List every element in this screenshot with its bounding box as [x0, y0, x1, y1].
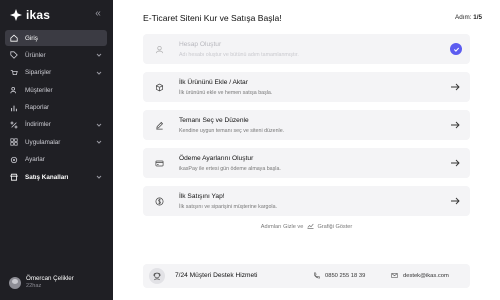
tag-icon	[9, 50, 19, 60]
sidebar-item-label: Raporlar	[25, 104, 50, 112]
onboarding-step-create-account[interactable]: Hesap Oluştur Adı hesabı oluştur ve bütü…	[143, 34, 470, 64]
sidebar-item-urunler[interactable]: Ürünler	[5, 47, 107, 63]
support-email[interactable]: destek@ikas.com	[391, 272, 449, 279]
hide-steps-link[interactable]: Adımları Gizle ve Grafiği Göster	[113, 223, 500, 230]
support-agent-icon	[149, 268, 165, 284]
sidebar-item-raporlar[interactable]: Raporlar	[5, 100, 107, 116]
sidebar-item-label: Ayarlar	[25, 156, 45, 164]
cart-icon	[9, 68, 19, 78]
double-chevron-left-icon[interactable]: «	[92, 8, 104, 20]
ikas-logo-icon	[10, 9, 22, 21]
support-phone-number: 0850 255 18 39	[325, 272, 366, 279]
avatar	[9, 276, 21, 289]
step-value: 1/5	[473, 14, 482, 21]
step-description: Adı hesabı oluştur ve bütünü adım tamaml…	[179, 52, 299, 58]
step-label: Adım:	[455, 14, 472, 21]
gear-icon	[9, 155, 19, 165]
mail-icon	[391, 273, 398, 278]
step-title: İlk Satışını Yap!	[179, 193, 225, 200]
step-description: İlk ürününü ekle ve hemen satışa başla.	[179, 90, 273, 96]
page-title: E-Ticaret Siteni Kur ve Satışa Başla!	[143, 13, 282, 23]
sidebar-item-satis-kanallari[interactable]: Satış Kanalları	[5, 169, 107, 185]
onboarding-step-add-product[interactable]: İlk Ürününü Ekle / Aktar İlk ürününü ekl…	[143, 72, 470, 102]
arrow-right-icon	[451, 121, 460, 129]
arrow-right-icon	[451, 197, 460, 205]
support-title: 7/24 Müşteri Destek Hizmeti	[175, 272, 258, 279]
chevron-down-icon	[96, 175, 102, 179]
step-description: ikasPay ile ertesi gün ödeme almaya başl…	[179, 166, 281, 172]
box-icon	[152, 80, 166, 94]
chevron-down-icon	[96, 54, 102, 58]
sidebar-nav: Giriş Ürünler Siparişler Müşteriler Rapo…	[5, 30, 107, 187]
onboarding-step-payment[interactable]: Ödeme Ayarlarını Oluştur ikasPay ile ert…	[143, 148, 470, 178]
sidebar-item-uygulamalar[interactable]: Uygulamalar	[5, 134, 107, 150]
sidebar-item-label: Uygulamalar	[25, 138, 61, 146]
check-icon	[450, 43, 462, 55]
chevron-down-icon	[96, 123, 102, 127]
sidebar-item-ayarlar[interactable]: Ayarlar	[5, 152, 107, 168]
bar-chart-icon	[9, 103, 19, 113]
support-phone[interactable]: 0850 255 18 39	[313, 272, 365, 279]
credit-card-icon	[152, 156, 166, 170]
onboarding-step-theme[interactable]: Temanı Seç ve Düzenle Kendine uygun tema…	[143, 110, 470, 140]
hide-steps-prefix: Adımları Gizle ve	[260, 224, 304, 230]
step-title: Hesap Oluştur	[179, 41, 222, 48]
dollar-icon	[152, 194, 166, 208]
step-description: Kendine uygun temanı seç ve siteni düzen…	[179, 128, 285, 134]
step-title: Ödeme Ayarlarını Oluştur	[179, 155, 254, 162]
user-name: Ömercan Çelikler	[26, 275, 74, 282]
percent-icon	[9, 120, 19, 130]
support-bar: 7/24 Müşteri Destek Hizmeti 0850 255 18 …	[143, 264, 470, 288]
pencil-icon	[152, 118, 166, 132]
sidebar-item-label: Ürünler	[25, 51, 46, 59]
chart-icon	[307, 223, 314, 229]
user-store: 22haz	[26, 283, 42, 289]
step-title: Temanı Seç ve Düzenle	[179, 117, 249, 124]
onboarding-step-first-sale[interactable]: İlk Satışını Yap! İlk satışını ve sipari…	[143, 186, 470, 216]
hide-steps-suffix: Grafiği Göster	[317, 224, 353, 230]
sidebar-item-musteriler[interactable]: Müşteriler	[5, 82, 107, 98]
sidebar-item-giris[interactable]: Giriş	[5, 30, 107, 46]
brand[interactable]: ikas	[10, 8, 50, 22]
user-icon	[152, 42, 166, 56]
step-description: İlk satışını ve siparişini müşterine kar…	[179, 204, 278, 210]
sidebar-item-label: Satış Kanalları	[25, 173, 69, 181]
user-profile[interactable]: Ömercan Çelikler 22haz	[9, 275, 74, 290]
sidebar-item-label: Müşteriler	[25, 86, 53, 94]
sidebar-item-label: Giriş	[25, 34, 38, 42]
support-email-address: destek@ikas.com	[403, 272, 449, 279]
sidebar-item-indirimler[interactable]: İndirimler	[5, 117, 107, 133]
arrow-right-icon	[451, 83, 460, 91]
sidebar: ikas « Giriş Ürünler Siparişler Müşteril…	[0, 0, 113, 300]
sidebar-item-label: Siparişler	[25, 69, 52, 77]
home-icon	[9, 33, 19, 43]
step-indicator: Adım: 1/5	[455, 14, 482, 21]
step-title: İlk Ürününü Ekle / Aktar	[179, 79, 248, 86]
brand-name: ikas	[26, 8, 51, 22]
grid-icon	[9, 137, 19, 147]
arrow-right-icon	[451, 159, 460, 167]
sidebar-item-siparisler[interactable]: Siparişler	[5, 65, 107, 81]
main-content: E-Ticaret Siteni Kur ve Satışa Başla! Ad…	[113, 0, 500, 300]
chevron-down-icon	[96, 71, 102, 75]
phone-icon	[314, 272, 320, 279]
store-icon	[9, 172, 19, 182]
sidebar-item-label: İndirimler	[25, 121, 51, 129]
chevron-down-icon	[96, 140, 102, 145]
users-icon	[9, 85, 19, 95]
